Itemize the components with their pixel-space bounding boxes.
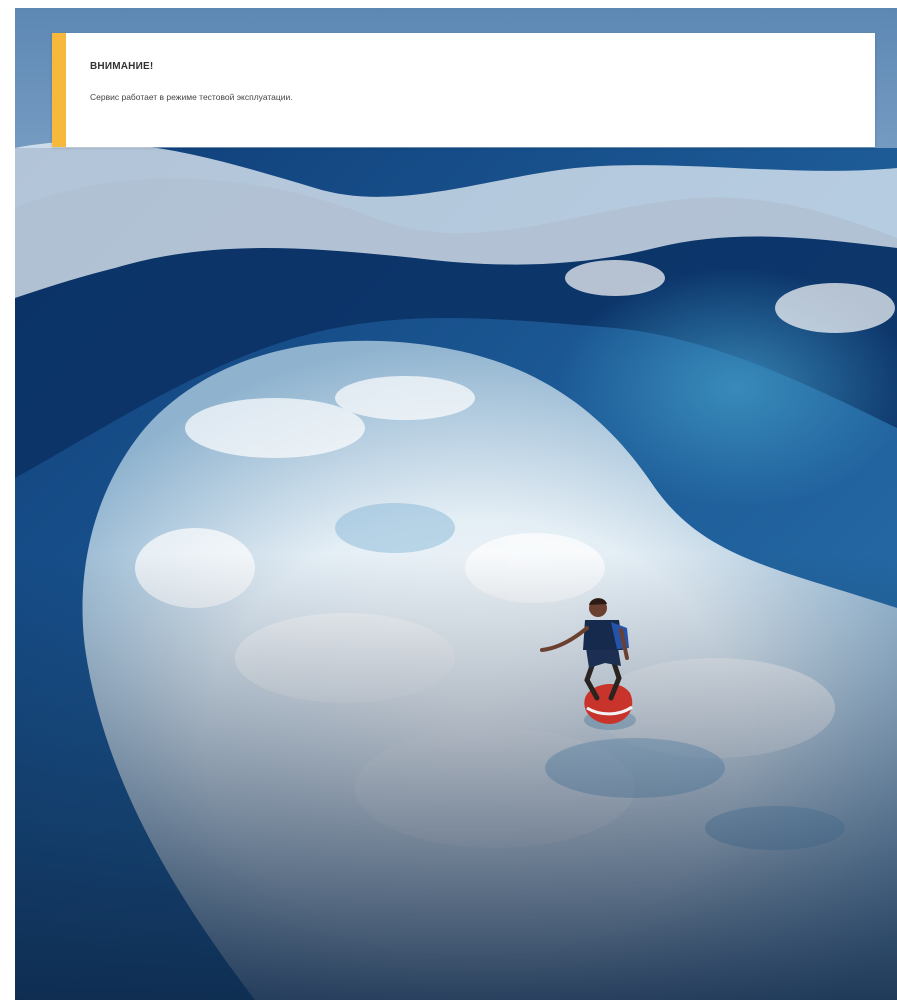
hero-image <box>15 8 897 1000</box>
ocean-wave-illustration <box>15 8 897 1000</box>
notice-title: ВНИМАНИЕ! <box>90 61 154 72</box>
page: ВНИМАНИЕ! Сервис работает в режиме тесто… <box>0 0 897 1000</box>
notice-message: Сервис работает в режиме тестовой эксплу… <box>90 92 293 102</box>
notice-accent-bar <box>52 33 66 147</box>
warning-notice: ВНИМАНИЕ! Сервис работает в режиме тесто… <box>52 33 875 147</box>
